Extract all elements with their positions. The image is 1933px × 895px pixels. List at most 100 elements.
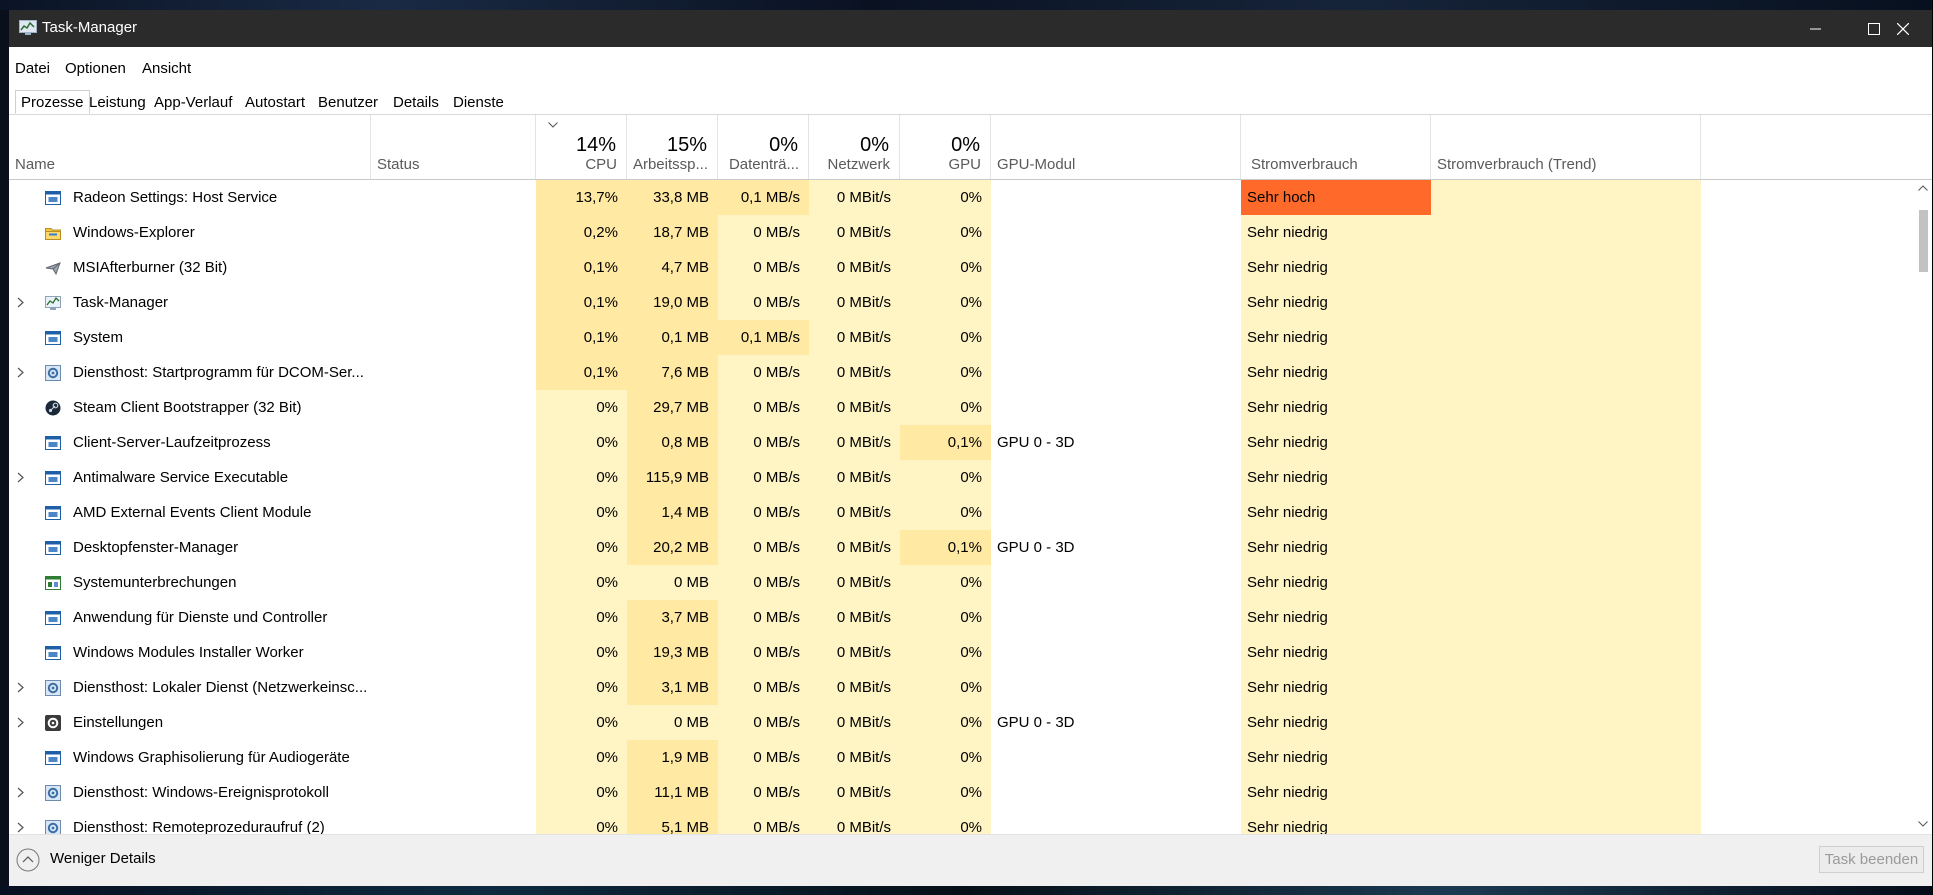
table-row[interactable]: MSIAfterburner (32 Bit) 0,1% 4,7 MB 0 MB/s 0…: [9, 250, 1914, 285]
app-window-icon: [45, 191, 61, 205]
column-header-disk[interactable]: 0% Datenträ...: [718, 115, 809, 180]
column-header-memory[interactable]: 15% Arbeitssp...: [627, 115, 718, 180]
cpu-cell: 0,1%: [536, 320, 627, 355]
app-window-icon: [45, 611, 61, 625]
column-header-network[interactable]: 0% Netzwerk: [809, 115, 900, 180]
app-window-icon: [45, 506, 61, 520]
column-header-gpu[interactable]: 0% GPU: [900, 115, 991, 180]
title-bar[interactable]: Task-Manager: [9, 10, 1932, 47]
memory-cell: 0 MB: [627, 705, 718, 740]
table-row[interactable]: Diensthost: Remoteprozeduraufruf (2) 0% 5,…: [9, 810, 1914, 834]
footer-bar: Weniger Details Task beenden: [9, 834, 1932, 886]
power-usage-cell: Sehr niedrig: [1241, 565, 1431, 600]
tab-dienste[interactable]: Dienste: [447, 90, 510, 114]
disk-cell: 0 MB/s: [718, 775, 809, 810]
expand-chevron-right-icon[interactable]: [17, 297, 24, 308]
table-row[interactable]: AMD External Events Client Module 0% 1,4 M…: [9, 495, 1914, 530]
process-name: Systemunterbrechungen: [73, 574, 237, 591]
disk-total-percent: 0%: [769, 134, 798, 156]
minimize-button[interactable]: [1787, 10, 1845, 47]
settings-gear-icon: [45, 715, 61, 731]
table-row[interactable]: System 0,1% 0,1 MB 0,1 MB/s 0 MBit/s 0% Sehr n…: [9, 320, 1914, 355]
table-row[interactable]: Desktopfenster-Manager 0% 20,2 MB 0 MB/s 0 M…: [9, 530, 1914, 565]
scrollbar-thumb[interactable]: [1919, 210, 1928, 272]
expand-chevron-right-icon[interactable]: [17, 682, 24, 693]
memory-cell: 7,6 MB: [627, 355, 718, 390]
table-row[interactable]: Diensthost: Startprogramm für DCOM-Ser..…: [9, 355, 1914, 390]
column-header-power[interactable]: Stromverbrauch: [1241, 115, 1431, 180]
table-row[interactable]: Windows Graphisolierung für Audiogeräte 0…: [9, 740, 1914, 775]
cpu-cell: 0%: [536, 810, 627, 834]
tab-autostart[interactable]: Autostart: [239, 90, 311, 114]
tab-prozesse[interactable]: Prozesse: [15, 90, 90, 114]
process-status: [371, 635, 536, 670]
process-name: MSIAfterburner (32 Bit): [73, 259, 228, 276]
table-row[interactable]: Client-Server-Laufzeitprozess 0% 0,8 MB 0 M…: [9, 425, 1914, 460]
process-name: Task-Manager: [73, 294, 169, 311]
scroll-up-arrow-icon[interactable]: [1918, 185, 1928, 191]
expand-chevron-right-icon[interactable]: [17, 787, 24, 798]
close-button[interactable]: [1874, 10, 1932, 47]
power-usage-cell: Sehr niedrig: [1241, 285, 1431, 320]
tab-benutzer[interactable]: Benutzer: [312, 90, 384, 114]
table-row[interactable]: Diensthost: Windows-Ereignisprotokoll 0% 1…: [9, 775, 1914, 810]
memory-cell: 0,8 MB: [627, 425, 718, 460]
network-cell: 0 MBit/s: [809, 810, 900, 834]
table-row[interactable]: Einstellungen 0% 0 MB 0 MB/s 0 MBit/s 0% GPU 0…: [9, 705, 1914, 740]
network-cell: 0 MBit/s: [809, 180, 900, 215]
process-status: [371, 460, 536, 495]
desktop-background-top: [0, 0, 1933, 10]
column-header-status[interactable]: Status: [371, 115, 536, 180]
desktop-background-bottom: [0, 885, 1933, 895]
tab-app-verlauf[interactable]: App-Verlauf: [148, 90, 238, 114]
column-header-name[interactable]: Name: [9, 115, 371, 180]
power-usage-cell: Sehr niedrig: [1241, 390, 1431, 425]
table-row[interactable]: Task-Manager 0,1% 19,0 MB 0 MB/s 0 MBit/s 0% S…: [9, 285, 1914, 320]
column-power-trend-label: Stromverbrauch (Trend): [1437, 156, 1597, 173]
tab-leistung[interactable]: Leistung: [83, 90, 152, 114]
gpu-cell: 0%: [900, 215, 991, 250]
fewer-details-link[interactable]: Weniger Details: [50, 850, 156, 867]
power-trend-cell: [1431, 215, 1701, 250]
column-header-power-trend[interactable]: Stromverbrauch (Trend): [1431, 115, 1701, 180]
network-cell: 0 MBit/s: [809, 705, 900, 740]
end-task-button[interactable]: Task beenden: [1819, 846, 1924, 873]
power-usage-cell: Sehr niedrig: [1241, 495, 1431, 530]
gpu-engine-cell: [991, 565, 1241, 600]
tab-details[interactable]: Details: [387, 90, 445, 114]
gpu-engine-cell: [991, 740, 1241, 775]
power-trend-cell: [1431, 390, 1701, 425]
table-row[interactable]: Diensthost: Lokaler Dienst (Netzwerkeins…: [9, 670, 1914, 705]
power-usage-cell: Sehr niedrig: [1241, 530, 1431, 565]
disk-cell: 0,1 MB/s: [718, 320, 809, 355]
table-row[interactable]: Anwendung für Dienste und Controller 0% 3,…: [9, 600, 1914, 635]
cpu-cell: 0,2%: [536, 215, 627, 250]
scroll-down-arrow-icon[interactable]: [1918, 821, 1928, 827]
expand-chevron-right-icon[interactable]: [17, 822, 24, 833]
table-row[interactable]: Systemunterbrechungen 0% 0 MB 0 MB/s 0 MBit/…: [9, 565, 1914, 600]
disk-cell: 0 MB/s: [718, 635, 809, 670]
expand-chevron-right-icon[interactable]: [17, 472, 24, 483]
power-usage-cell: Sehr niedrig: [1241, 215, 1431, 250]
power-trend-cell: [1431, 495, 1701, 530]
app-window-icon: [45, 646, 61, 660]
collapse-chevron-up-icon[interactable]: [16, 848, 40, 872]
expand-chevron-right-icon[interactable]: [17, 717, 24, 728]
table-row[interactable]: Radeon Settings: Host Service 13,7% 33,8 M…: [9, 180, 1914, 215]
column-header-cpu[interactable]: 14% CPU: [536, 115, 627, 180]
process-status: [371, 810, 536, 834]
gpu-cell: 0%: [900, 285, 991, 320]
table-row[interactable]: Steam Client Bootstrapper (32 Bit) 0% 29,7…: [9, 390, 1914, 425]
table-row[interactable]: Antimalware Service Executable 0% 115,9 MB…: [9, 460, 1914, 495]
expand-chevron-right-icon[interactable]: [17, 367, 24, 378]
vertical-scrollbar[interactable]: [1914, 180, 1932, 834]
column-network-label: Netzwerk: [827, 156, 890, 173]
table-row[interactable]: Windows Modules Installer Worker 0% 19,3 M…: [9, 635, 1914, 670]
column-header-gpu-engine[interactable]: GPU-Modul: [991, 115, 1241, 180]
network-cell: 0 MBit/s: [809, 635, 900, 670]
gear-service-icon: [45, 365, 61, 381]
process-name: Diensthost: Startprogramm für DCOM-Ser..…: [73, 364, 364, 381]
memory-cell: 1,4 MB: [627, 495, 718, 530]
process-name: Diensthost: Remoteprozeduraufruf (2): [73, 819, 325, 834]
table-row[interactable]: Windows-Explorer 0,2% 18,7 MB 0 MB/s 0 MBit/…: [9, 215, 1914, 250]
